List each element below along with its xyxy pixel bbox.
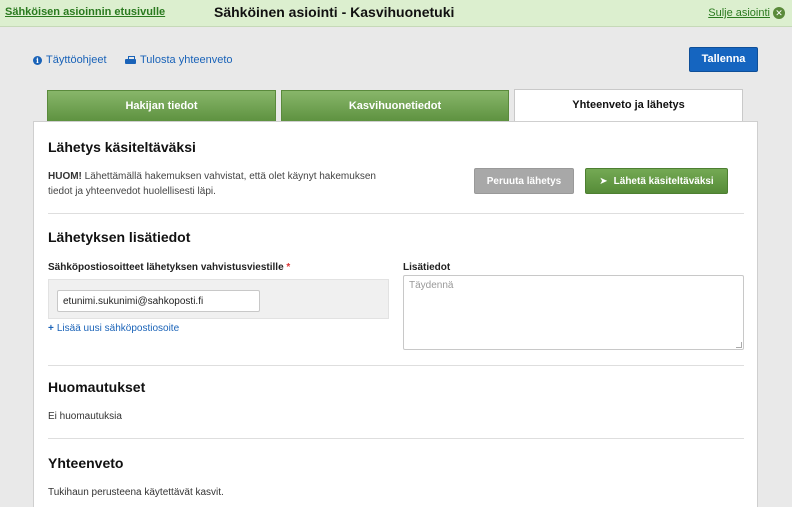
summary-text: Tukihaun perusteena käytettävät kasvit. bbox=[48, 487, 224, 498]
tab-summary-and-submit[interactable]: Yhteenveto ja lähetys bbox=[514, 89, 743, 122]
info-icon: i bbox=[33, 55, 42, 65]
print-icon bbox=[125, 55, 136, 65]
divider bbox=[48, 438, 744, 439]
save-button[interactable]: Tallenna bbox=[689, 47, 758, 72]
additional-info-section-title: Lähetyksen lisätiedot bbox=[48, 229, 191, 245]
instructions-link-label: Täyttöohjeet bbox=[46, 54, 107, 66]
email-list-box bbox=[48, 279, 389, 319]
instructions-link[interactable]: i Täyttöohjeet bbox=[33, 54, 107, 66]
email-label-text: Sähköpostiosoitteet lähetyksen vahvistus… bbox=[48, 262, 284, 273]
close-icon[interactable]: ✕ bbox=[773, 7, 785, 19]
notice-text: Lähettämällä hakemuksen vahvistat, että … bbox=[48, 171, 376, 197]
home-link[interactable]: Sähköisen asioinnin etusivulle bbox=[5, 6, 165, 18]
page-title: Sähköinen asiointi - Kasvihuonetuki bbox=[214, 4, 455, 20]
cancel-submission-button[interactable]: Peruuta lähetys bbox=[474, 168, 574, 194]
resize-grip-icon[interactable] bbox=[736, 342, 742, 348]
submission-notice: HUOM! Lähettämällä hakemuksen vahvistat,… bbox=[48, 169, 388, 199]
divider bbox=[48, 365, 744, 366]
paper-plane-icon: ➤ bbox=[599, 176, 608, 187]
tab-greenhouse-info[interactable]: Kasvihuonetiedot bbox=[281, 90, 509, 121]
email-field[interactable] bbox=[57, 290, 260, 312]
close-service-link[interactable]: Sulje asiointi bbox=[708, 7, 770, 19]
remarks-section-title: Huomautukset bbox=[48, 379, 146, 395]
top-header-bar: Sähköisen asioinnin etusivulle Sähköinen… bbox=[0, 0, 792, 27]
submission-section-title: Lähetys käsiteltäväksi bbox=[48, 139, 196, 155]
required-mark: * bbox=[286, 262, 291, 273]
notes-field-label: Lisätiedot bbox=[403, 262, 451, 273]
summary-section-title: Yhteenveto bbox=[48, 455, 124, 471]
plus-icon: + bbox=[48, 323, 54, 334]
remarks-text: Ei huomautuksia bbox=[48, 411, 122, 422]
submit-button-label: Lähetä käsiteltäväksi bbox=[613, 176, 714, 187]
print-summary-link[interactable]: Tulosta yhteenveto bbox=[125, 54, 233, 66]
notes-textarea[interactable] bbox=[403, 275, 744, 350]
divider bbox=[48, 213, 744, 214]
tab-applicant-info[interactable]: Hakijan tiedot bbox=[47, 90, 276, 121]
add-email-label: Lisää uusi sähköpostiosoite bbox=[56, 323, 180, 334]
print-summary-label: Tulosta yhteenveto bbox=[140, 54, 233, 66]
main-panel: Lähetys käsiteltäväksi HUOM! Lähettämäll… bbox=[33, 121, 758, 507]
email-field-label: Sähköpostiosoitteet lähetyksen vahvistus… bbox=[48, 262, 290, 273]
notice-bold: HUOM! bbox=[48, 171, 82, 182]
add-email-link[interactable]: + Lisää uusi sähköpostiosoite bbox=[48, 323, 179, 334]
submit-for-processing-button[interactable]: ➤ Lähetä käsiteltäväksi bbox=[585, 168, 728, 194]
